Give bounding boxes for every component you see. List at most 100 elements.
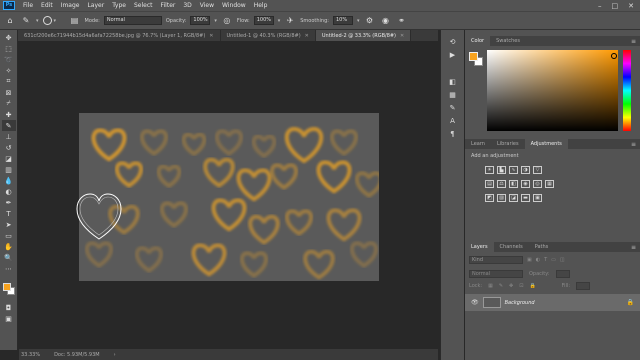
lock-all-icon[interactable]: 🔒: [529, 283, 535, 289]
menu-help[interactable]: Help: [250, 2, 272, 9]
tab-document-1[interactable]: 631cf200e6c71944b15d4a6afa72258be.jpg @ …: [18, 30, 221, 41]
menu-3d[interactable]: 3D: [179, 2, 195, 9]
menu-filter[interactable]: Filter: [157, 2, 180, 9]
eyedropper-tool-icon[interactable]: ⌿: [2, 98, 16, 109]
menu-view[interactable]: View: [196, 2, 218, 9]
character-icon[interactable]: A: [446, 115, 460, 126]
color-lookup-icon[interactable]: ▦: [545, 180, 554, 188]
crop-tool-icon[interactable]: ⌗: [2, 76, 16, 87]
filter-shape-icon[interactable]: ▭: [551, 257, 556, 263]
screen-mode-icon[interactable]: ▣: [2, 313, 16, 324]
hue-saturation-icon[interactable]: ▤: [485, 180, 494, 188]
lock-paint-icon[interactable]: ✎: [499, 283, 503, 289]
menu-image[interactable]: Image: [57, 2, 84, 9]
close-icon[interactable]: ✕: [305, 33, 309, 39]
pressure-size-icon[interactable]: ◉: [379, 15, 391, 27]
frame-tool-icon[interactable]: ⊠: [2, 87, 16, 98]
zoom-level[interactable]: 33.33%: [21, 352, 40, 358]
maximize-button[interactable]: □: [612, 2, 619, 10]
panel-menu-icon[interactable]: ≡: [631, 244, 636, 251]
swatches-icon[interactable]: ▦: [446, 89, 460, 100]
filter-type-icon[interactable]: T: [544, 257, 547, 263]
gear-icon[interactable]: ⚙: [363, 15, 375, 27]
vibrance-icon[interactable]: ▽: [533, 166, 542, 174]
path-select-tool-icon[interactable]: ➤: [2, 219, 16, 230]
lock-pixels-icon[interactable]: ▦: [488, 283, 493, 289]
photo-filter-icon[interactable]: ◉: [521, 180, 530, 188]
brush-tool-icon[interactable]: ✎: [20, 15, 32, 27]
hue-slider[interactable]: [623, 50, 631, 131]
menu-window[interactable]: Window: [218, 2, 250, 9]
threshold-icon[interactable]: ◪: [509, 194, 518, 202]
layer-opacity-field[interactable]: [555, 270, 570, 278]
fill-field[interactable]: [576, 282, 591, 290]
chevron-down-icon[interactable]: ▾: [278, 18, 281, 24]
panel-menu-icon[interactable]: ≡: [631, 141, 636, 148]
menu-layer[interactable]: Layer: [83, 2, 108, 9]
pressure-opacity-icon[interactable]: ◎: [221, 15, 233, 27]
menu-edit[interactable]: Edit: [37, 2, 57, 9]
eye-icon[interactable]: 👁: [471, 299, 479, 306]
opacity-field[interactable]: 100%: [190, 16, 211, 25]
tab-color[interactable]: Color: [465, 36, 491, 46]
foreground-color[interactable]: [2, 283, 11, 291]
tab-swatches[interactable]: Swatches: [490, 36, 526, 46]
filter-adjustment-icon[interactable]: ◐: [536, 257, 540, 263]
lock-artboard-icon[interactable]: ⊡: [519, 283, 523, 289]
airbrush-icon[interactable]: ✈: [284, 15, 296, 27]
tab-libraries[interactable]: Libraries: [491, 139, 525, 149]
play-icon[interactable]: ▶: [446, 49, 460, 60]
hand-tool-icon[interactable]: ✋: [2, 241, 16, 252]
menu-select[interactable]: Select: [130, 2, 157, 9]
history-brush-tool-icon[interactable]: ↺: [2, 142, 16, 153]
black-white-icon[interactable]: ◧: [509, 180, 518, 188]
panel-menu-icon[interactable]: ≡: [631, 38, 636, 45]
levels-icon[interactable]: ▙: [497, 166, 506, 174]
paragraph-icon[interactable]: ¶: [446, 128, 460, 139]
chevron-down-icon[interactable]: ▾: [36, 18, 39, 24]
properties-icon[interactable]: ◧: [446, 76, 460, 87]
tab-layers[interactable]: Layers: [465, 242, 494, 252]
color-picker-handle[interactable]: [611, 53, 617, 59]
curves-icon[interactable]: ∿: [509, 166, 518, 174]
layer-kind-filter[interactable]: Kind: [469, 256, 523, 264]
close-icon[interactable]: ✕: [209, 33, 213, 39]
gradient-map-icon[interactable]: ▬: [521, 194, 530, 202]
quick-mask-icon[interactable]: ◘: [2, 302, 16, 313]
chevron-down-icon[interactable]: ▾: [214, 18, 217, 24]
pen-tool-icon[interactable]: ✒: [2, 197, 16, 208]
home-icon[interactable]: ⌂: [4, 15, 16, 27]
menu-file[interactable]: File: [19, 2, 37, 9]
filter-pixel-icon[interactable]: ▣: [527, 257, 532, 263]
clone-stamp-tool-icon[interactable]: ⊥: [2, 131, 16, 142]
color-balance-icon[interactable]: ⚖: [497, 180, 506, 188]
flow-field[interactable]: 100%: [253, 16, 274, 25]
more-tools-icon[interactable]: ⋯: [2, 263, 16, 274]
color-field[interactable]: [487, 50, 618, 131]
lasso-tool-icon[interactable]: ➰: [2, 54, 16, 65]
minimize-button[interactable]: –: [598, 2, 602, 10]
mode-select[interactable]: Normal: [103, 16, 162, 25]
color-panel-swatches[interactable]: [469, 52, 483, 66]
type-tool-icon[interactable]: T: [2, 208, 16, 219]
channel-mixer-icon[interactable]: ◎: [533, 180, 542, 188]
tab-adjustments[interactable]: Adjustments: [524, 139, 568, 149]
symmetry-icon[interactable]: ⚭: [395, 15, 407, 27]
quick-select-tool-icon[interactable]: ✧: [2, 65, 16, 76]
dodge-tool-icon[interactable]: ◐: [2, 186, 16, 197]
history-icon[interactable]: ⟲: [446, 36, 460, 47]
brush-preset-picker[interactable]: ▾: [42, 15, 65, 27]
tab-learn[interactable]: Learn: [465, 139, 491, 149]
layer-row[interactable]: 👁 Background 🔒: [465, 294, 640, 311]
lock-position-icon[interactable]: ✥: [509, 283, 513, 289]
gradient-tool-icon[interactable]: ▥: [2, 164, 16, 175]
tab-document-2[interactable]: Untitled-1 @ 40.3% (RGB/8#) ✕: [221, 30, 316, 41]
blend-mode-select[interactable]: Normal: [469, 270, 523, 278]
brushes-icon[interactable]: ✎: [446, 102, 460, 113]
posterize-icon[interactable]: ▨: [497, 194, 506, 202]
chevron-right-icon[interactable]: ›: [114, 352, 116, 358]
zoom-tool-icon[interactable]: 🔍: [2, 252, 16, 263]
invert-icon[interactable]: ◩: [485, 194, 494, 202]
brush-settings-icon[interactable]: ▤: [69, 15, 81, 27]
tab-document-3[interactable]: Untitled-2 @ 33.3% (RGB/8#) ✕: [315, 30, 412, 41]
